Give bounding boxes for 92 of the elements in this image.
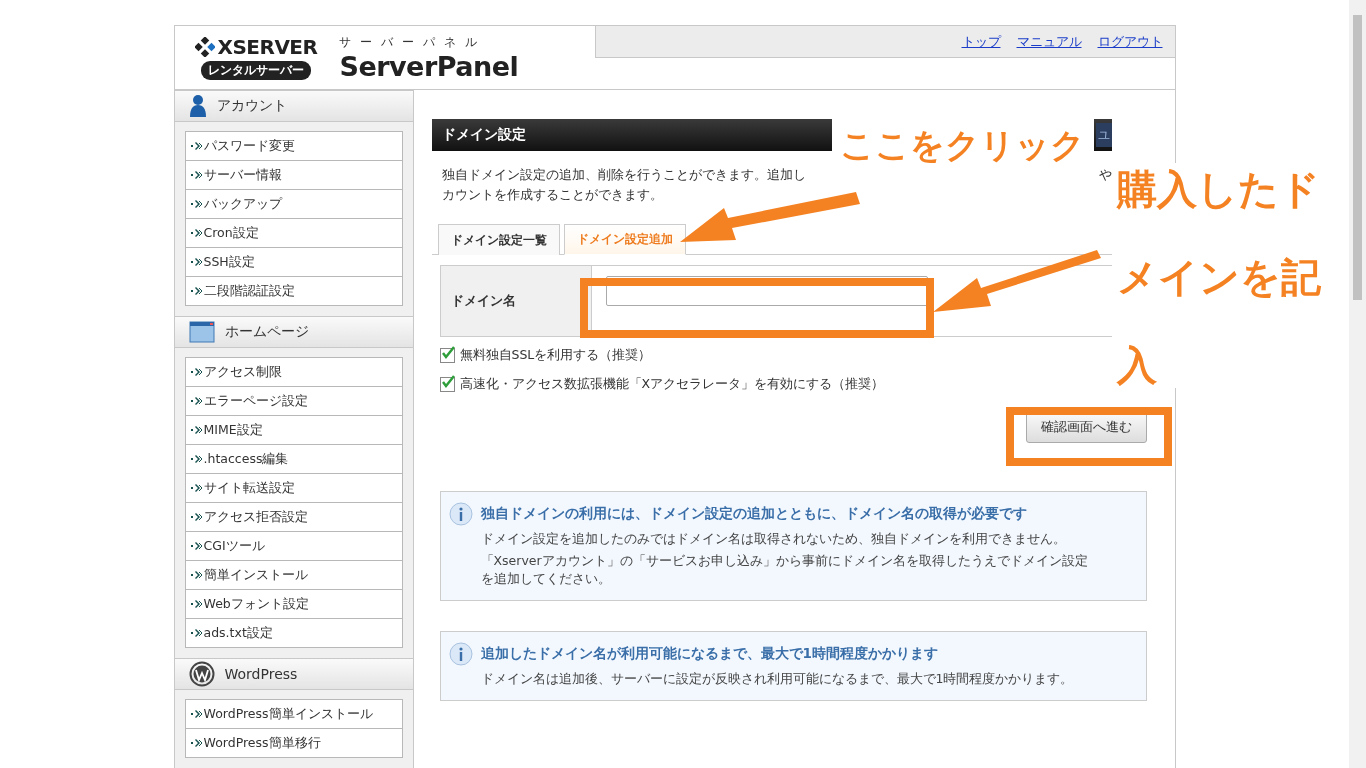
chevron-icon <box>190 512 203 522</box>
enter-callout-label: 入 <box>1117 345 1158 385</box>
info-icon <box>448 642 473 666</box>
sidebar-item[interactable]: MIME設定 <box>185 415 402 444</box>
sidebar-item[interactable]: Cron設定 <box>185 218 402 247</box>
sidebar-item-label: CGIツール <box>203 537 265 555</box>
sidebar-item[interactable]: 簡単インストール <box>185 560 402 589</box>
sidebar-item-label: Webフォント設定 <box>203 595 309 613</box>
title-button[interactable]: ユ <box>1095 123 1112 147</box>
chevron-icon <box>190 396 203 406</box>
logo-badge: レンタルサーバー <box>200 61 311 80</box>
chevron-icon <box>190 141 203 151</box>
sidebar-item-label: MIME設定 <box>203 421 263 439</box>
window-icon <box>188 321 215 343</box>
logo-brand: XSERVER <box>217 35 318 59</box>
sidebar-item[interactable]: ads.txt設定 <box>185 618 402 647</box>
sidebar-item[interactable]: WordPress簡単インストール <box>185 700 402 728</box>
sidebar-item[interactable]: エラーページ設定 <box>185 386 402 415</box>
chevron-icon <box>190 454 203 464</box>
info-icon <box>448 502 473 526</box>
sidebar-item-label: Cron設定 <box>203 224 259 242</box>
sidebar-item-label: アクセス拒否設定 <box>203 508 308 526</box>
person-icon <box>188 94 207 118</box>
description-text: 独自ドメイン設定の追加、削除を行うことができます。追加し <box>441 167 806 184</box>
sidebar-item-label: 二段階認証設定 <box>203 282 295 300</box>
sidebar-item[interactable]: バックアップ <box>185 189 402 218</box>
sidebar-item-label: WordPress簡単インストール <box>203 705 373 723</box>
sidebar-item-label: ads.txt設定 <box>203 624 273 642</box>
sidebar-item[interactable]: アクセス制限 <box>185 358 402 386</box>
scrollbar-thumb[interactable] <box>1353 15 1362 300</box>
chevron-icon <box>190 541 203 551</box>
sidebar-item[interactable]: WordPress簡単移行 <box>185 728 402 757</box>
sidebar-item[interactable]: 二段階認証設定 <box>185 276 402 305</box>
sidebar-item-label: バックアップ <box>203 195 282 213</box>
click-callout-label: ここをクリック <box>840 128 1086 162</box>
notice-title: 追加したドメイン名が利用可能になるまで、最大で1時間程度かかります <box>480 645 938 663</box>
section-title: アカウント <box>216 97 287 115</box>
sidebar-item[interactable]: CGIツール <box>185 531 402 560</box>
sidebar-item-label: SSH設定 <box>203 253 255 271</box>
sidebar-item-label: パスワード変更 <box>203 137 295 155</box>
chevron-icon <box>190 257 203 267</box>
sidebar-item[interactable]: サーバー情報 <box>185 160 402 189</box>
notice-title: 独自ドメインの利用には、ドメイン設定の追加とともに、ドメイン名の取得が必要です <box>480 505 1027 523</box>
panel-kana: サーバーパネル <box>339 33 488 51</box>
nav-link[interactable]: トップ <box>961 32 1001 51</box>
sidebar-item[interactable]: アクセス拒否設定 <box>185 502 402 531</box>
enter-callout-label: 購入したド <box>1117 169 1321 209</box>
chevron-icon <box>190 367 203 377</box>
description-text: や <box>1098 167 1112 184</box>
description-text: カウントを作成することができます。 <box>441 187 664 204</box>
sidebar-item-label: .htaccess編集 <box>203 450 289 468</box>
sidebar-item[interactable]: Webフォント設定 <box>185 589 402 618</box>
section-title: ホームページ <box>224 323 309 341</box>
page-title: ドメイン設定 <box>441 126 526 144</box>
sidebar-item-label: WordPress簡単移行 <box>203 734 321 752</box>
diamond-logo-icon <box>194 37 215 57</box>
chevron-icon <box>190 170 203 180</box>
chevron-icon <box>190 709 203 719</box>
option-label: 無料独自SSLを利用する（推奨） <box>459 347 652 364</box>
chevron-icon <box>190 199 203 209</box>
sidebar-item[interactable]: SSH設定 <box>185 247 402 276</box>
sidebar-item[interactable]: パスワード変更 <box>185 132 402 160</box>
sidebar-item[interactable]: サイト転送設定 <box>185 473 402 502</box>
checkbox[interactable] <box>439 348 455 363</box>
form-label: ドメイン名 <box>440 266 592 336</box>
enter-callout-label: メインを記 <box>1117 257 1322 297</box>
nav-link[interactable]: ログアウト <box>1097 32 1163 51</box>
notice-text: ドメイン名は追加後、サーバーに設定が反映され利用可能になるまで、最大で1時間程度かかります。 <box>480 670 1075 688</box>
sidebar-item-label: エラーページ設定 <box>203 392 308 410</box>
sidebar-item-label: 簡単インストール <box>203 566 308 584</box>
arrow-icon <box>933 248 1103 314</box>
chevron-icon <box>190 483 203 493</box>
sidebar-item-label: サイト転送設定 <box>203 479 295 497</box>
option-label: 高速化・アクセス数拡張機能「Xアクセラレータ」を有効にする（推奨） <box>459 376 885 393</box>
sidebar-item[interactable]: .htaccess編集 <box>185 444 402 473</box>
chevron-icon <box>190 738 203 748</box>
tab[interactable]: ドメイン設定一覧 <box>437 224 560 255</box>
panel-name: ServerPanel <box>339 50 519 82</box>
chevron-icon <box>190 628 203 638</box>
notice-text: ドメイン設定を追加したのみではドメイン名は取得されないため、独自ドメインを利用できません。 <box>480 530 1067 548</box>
chevron-icon <box>190 570 203 580</box>
sidebar-item-label: アクセス制限 <box>203 363 282 381</box>
checkbox[interactable] <box>439 377 455 392</box>
chevron-icon <box>190 286 203 296</box>
chevron-icon <box>190 599 203 609</box>
nav-link[interactable]: マニュアル <box>1016 32 1082 51</box>
chevron-icon <box>190 425 203 435</box>
section-title: WordPress <box>224 666 298 682</box>
notice-text: 「Xserverアカウント」の「サービスお申し込み」から事前にドメイン名を取得したうえでドメイン設定を追加してください。 <box>480 552 1089 588</box>
sidebar-item-label: サーバー情報 <box>203 166 282 184</box>
wordpress-icon <box>188 661 215 687</box>
chevron-icon <box>190 228 203 238</box>
